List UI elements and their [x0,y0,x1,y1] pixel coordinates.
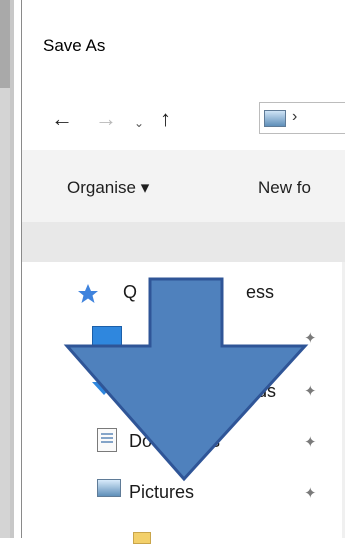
sidebar-item-pictures[interactable]: Pictures ✦ [22,474,345,510]
background-window-strip [0,0,14,538]
title-bar: Save As [22,0,345,86]
new-folder-button[interactable]: New fo [258,178,311,198]
downloads-icon [92,371,116,395]
sidebar-item-label: ds [257,381,277,401]
back-arrow-icon[interactable]: ← [51,108,73,130]
command-toolbar: Organise ▾ New fo [22,150,345,224]
documents-icon [97,428,117,452]
sidebar-item-label-partial: ess [246,282,275,302]
desktop-icon [92,326,122,350]
folder-icon [133,532,151,544]
up-arrow-icon[interactable]: ↑ [160,108,171,130]
pin-icon[interactable]: ✦ [304,329,317,347]
sidebar-item-desktop[interactable]: ✦ [22,325,345,361]
path-breadcrumb[interactable]: › [259,102,345,134]
pin-icon[interactable]: ✦ [304,382,317,400]
pictures-icon [97,479,121,497]
pin-icon[interactable]: ✦ [304,484,317,502]
pin-icon[interactable]: ✦ [304,433,317,451]
sidebar-item-pictures-highlight[interactable] [22,222,345,262]
sidebar-item-downloads[interactable]: ds ✦ [22,371,345,407]
forward-arrow-icon[interactable]: → [95,108,117,130]
organise-button[interactable]: Organise ▾ [67,178,149,198]
background-window-shadow [0,0,10,88]
sidebar-item-quick-access[interactable]: Q ess [22,274,345,310]
save-as-dialog: Save As ← → ⌄ ↑ › Organise ▾ New fo Q es… [22,0,345,544]
recent-locations-icon[interactable]: ⌄ [134,112,144,134]
window-title: Save As [43,36,106,55]
sidebar-item-label: Pictures [129,482,195,502]
path-separator-icon[interactable]: › [292,108,297,126]
sidebar-item-documents[interactable]: Documents ✦ [22,423,345,459]
sidebar-item-label: Q [123,282,138,302]
pictures-location-icon [264,110,286,127]
sidebar-item-label: Documents [129,431,221,451]
quick-access-star-icon [77,283,99,305]
